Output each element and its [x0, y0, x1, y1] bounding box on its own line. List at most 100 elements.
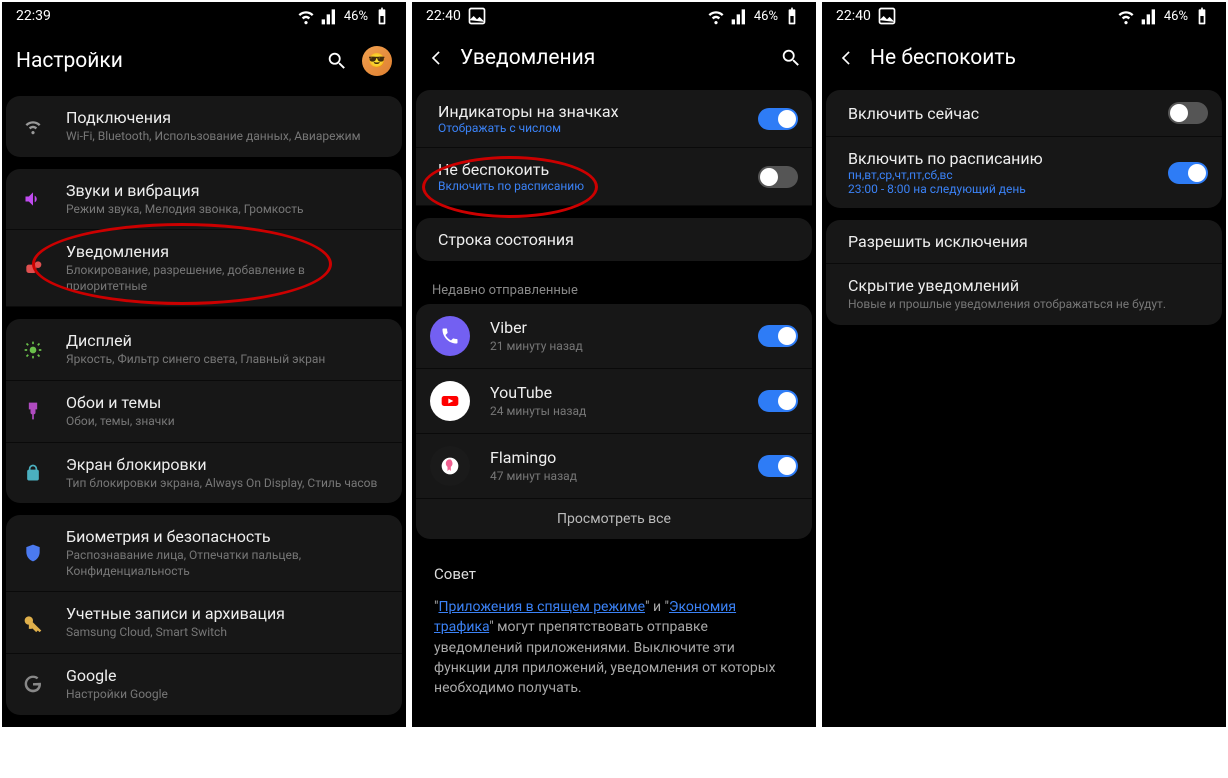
- battery-text: 46%: [754, 9, 778, 24]
- advice-title: Совет: [434, 565, 794, 583]
- wifi-icon: [296, 6, 316, 26]
- advice-section: Совет "Приложения в спящем режиме" и "Эк…: [416, 551, 812, 712]
- screen-settings: 22:39 46% Настройки 😎 Подключения Wi-Fi,…: [2, 2, 406, 727]
- item-biometrics[interactable]: Биометрия и безопасность Распознавание л…: [6, 515, 402, 592]
- item-title: Включить по расписанию: [848, 149, 1148, 168]
- view-all-button[interactable]: Просмотреть все: [416, 499, 812, 539]
- recent-app-flamingo[interactable]: Flamingo 47 минут назад: [416, 434, 812, 499]
- screen-dnd: 22:40 46% Не беспокоить Включить сейчас …: [822, 2, 1226, 727]
- advice-body: "Приложения в спящем режиме" и "Экономия…: [434, 597, 794, 698]
- battery-icon: [1192, 6, 1212, 26]
- lock-icon: [20, 463, 46, 483]
- item-sub: Включить по расписанию: [438, 179, 738, 193]
- recent-app-viber[interactable]: Viber 21 минуту назад: [416, 304, 812, 369]
- recent-app-youtube[interactable]: YouTube 24 минуты назад: [416, 369, 812, 434]
- battery-text: 46%: [1164, 9, 1188, 24]
- app-time: 47 минут назад: [490, 469, 738, 485]
- speaker-icon: [20, 189, 46, 209]
- flamingo-icon: [430, 446, 470, 486]
- back-icon[interactable]: [426, 48, 446, 68]
- item-sub: Новые и прошлые уведомления отображаться…: [848, 297, 1208, 313]
- toggle-badges[interactable]: [758, 108, 798, 130]
- image-icon: [877, 6, 897, 26]
- brush-icon: [20, 401, 46, 421]
- item-allow-exceptions[interactable]: Разрешить исключения: [826, 220, 1222, 264]
- item-sub: Блокирование, разрешение, добавление в п…: [66, 263, 388, 294]
- item-sub: Wi-Fi, Bluetooth, Использование данных, …: [66, 129, 388, 145]
- toggle-schedule[interactable]: [1168, 162, 1208, 184]
- key-icon: [20, 613, 46, 633]
- item-title: Обои и темы: [66, 393, 388, 412]
- item-title: Экран блокировки: [66, 455, 388, 474]
- app-time: 21 минуту назад: [490, 339, 738, 355]
- app-time: 24 минуты назад: [490, 404, 738, 420]
- item-title: Подключения: [66, 108, 388, 127]
- shield-icon: [20, 543, 46, 563]
- toggle-youtube[interactable]: [758, 390, 798, 412]
- signal-icon: [1140, 6, 1160, 26]
- back-icon[interactable]: [836, 48, 856, 68]
- item-title: Не беспокоить: [438, 160, 738, 179]
- toggle-dnd[interactable]: [758, 166, 798, 188]
- advice-link-sleep[interactable]: Приложения в спящем режиме: [438, 599, 645, 615]
- item-badge-indicators[interactable]: Индикаторы на значках Отображать с число…: [416, 90, 812, 148]
- toggle-flamingo[interactable]: [758, 455, 798, 477]
- page-title: Настройки: [16, 49, 312, 73]
- search-icon[interactable]: [326, 50, 348, 72]
- settings-list: Подключения Wi-Fi, Bluetooth, Использова…: [2, 96, 406, 727]
- item-sub: Samsung Cloud, Smart Switch: [66, 625, 388, 641]
- item-sounds[interactable]: Звуки и вибрация Режим звука, Мелодия зв…: [6, 169, 402, 231]
- app-name: YouTube: [490, 383, 738, 402]
- item-google[interactable]: Google Настройки Google: [6, 654, 402, 715]
- item-wallpapers[interactable]: Обои и темы Обои, темы, значки: [6, 381, 402, 443]
- item-sub: Обои, темы, значки: [66, 414, 388, 430]
- view-all-label: Просмотреть все: [557, 511, 671, 527]
- screen-notifications: 22:40 46% Уведомления Индикаторы на знач…: [412, 2, 816, 727]
- item-hide-notifications[interactable]: Скрытие уведомлений Новые и прошлые увед…: [826, 264, 1222, 325]
- item-title: Разрешить исключения: [848, 232, 1208, 251]
- signal-icon: [730, 6, 750, 26]
- header: Настройки 😎: [2, 28, 406, 96]
- page-title: Уведомления: [460, 46, 766, 70]
- item-title: Включить сейчас: [848, 104, 1148, 123]
- schedule-days: пн,вт,ср,чт,пт,сб,вс: [848, 168, 1148, 182]
- battery-text: 46%: [344, 9, 368, 24]
- notification-icon: [20, 258, 46, 278]
- google-icon: [20, 674, 46, 694]
- header: Не беспокоить: [822, 28, 1226, 90]
- toggle-now[interactable]: [1168, 102, 1208, 124]
- item-notifications[interactable]: Уведомления Блокирование, разрешение, до…: [6, 230, 402, 307]
- battery-icon: [372, 6, 392, 26]
- wifi-icon: [20, 116, 46, 136]
- toggle-viber[interactable]: [758, 325, 798, 347]
- image-icon: [467, 6, 487, 26]
- viber-icon: [430, 316, 470, 356]
- item-title: Звуки и вибрация: [66, 181, 388, 200]
- item-title: Скрытие уведомлений: [848, 276, 1208, 295]
- item-turn-on-now[interactable]: Включить сейчас: [826, 90, 1222, 137]
- item-title: Google: [66, 666, 388, 685]
- item-schedule[interactable]: Включить по расписанию пн,вт,ср,чт,пт,сб…: [826, 137, 1222, 208]
- signal-icon: [320, 6, 340, 26]
- item-lockscreen[interactable]: Экран блокировки Тип блокировки экрана, …: [6, 443, 402, 504]
- battery-icon: [782, 6, 802, 26]
- page-title: Не беспокоить: [870, 46, 1212, 70]
- avatar[interactable]: 😎: [362, 46, 392, 76]
- item-title: Индикаторы на значках: [438, 102, 738, 121]
- wifi-icon: [1116, 6, 1136, 26]
- item-connections[interactable]: Подключения Wi-Fi, Bluetooth, Использова…: [6, 96, 402, 157]
- item-status-bar[interactable]: Строка состояния: [416, 218, 812, 261]
- item-accounts[interactable]: Учетные записи и архивация Samsung Cloud…: [6, 592, 402, 654]
- search-icon[interactable]: [780, 47, 802, 69]
- item-do-not-disturb[interactable]: Не беспокоить Включить по расписанию: [416, 148, 812, 206]
- status-bar: 22:40 46%: [412, 2, 816, 28]
- item-display[interactable]: Дисплей Яркость, Фильтр синего света, Гл…: [6, 319, 402, 381]
- item-sub: Тип блокировки экрана, Always On Display…: [66, 476, 388, 492]
- sun-icon: [20, 340, 46, 360]
- status-time: 22:40: [836, 8, 871, 24]
- youtube-icon: [430, 381, 470, 421]
- item-sub: Настройки Google: [66, 687, 388, 703]
- item-sub: Яркость, Фильтр синего света, Главный эк…: [66, 352, 388, 368]
- item-title: Биометрия и безопасность: [66, 527, 388, 546]
- item-title: Уведомления: [66, 242, 388, 261]
